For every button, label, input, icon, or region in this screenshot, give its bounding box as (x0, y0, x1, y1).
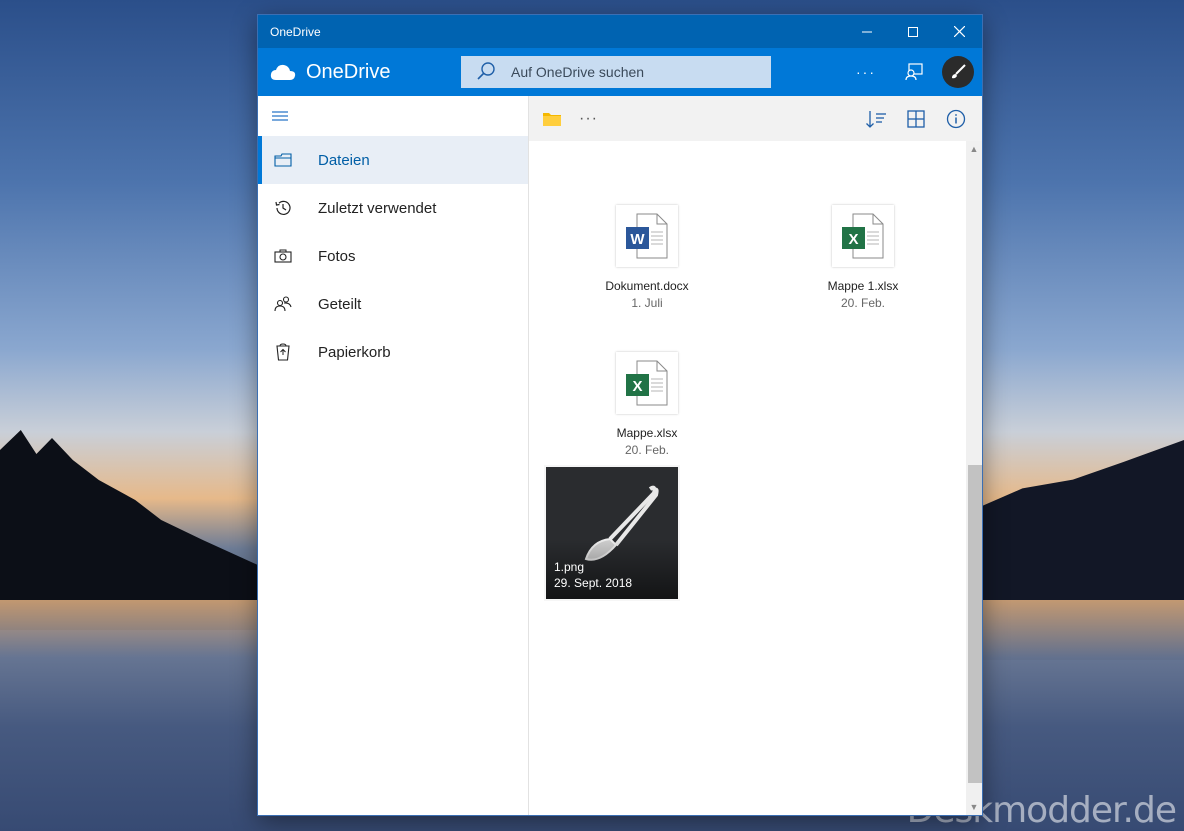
avatar[interactable] (942, 56, 974, 88)
svg-text:W: W (630, 231, 645, 248)
sidebar: Dateien Zuletzt verwendet Fotos Geteilt (258, 96, 529, 815)
cloud-icon (270, 64, 296, 80)
scroll-down-arrow[interactable]: ▼ (966, 799, 982, 815)
file-name: Mappe 1.xlsx (827, 279, 899, 293)
file-date: 29. Sept. 2018 (554, 576, 633, 590)
paintbrush-icon (952, 64, 966, 79)
search-icon (477, 62, 495, 80)
sort-icon (866, 110, 886, 128)
search-input[interactable]: Auf OneDrive suchen (511, 64, 644, 80)
info-icon (946, 109, 966, 128)
sidebar-item-fotos[interactable]: Fotos (258, 232, 528, 280)
breadcrumb-more-icon[interactable]: ··· (579, 110, 598, 128)
folder-icon[interactable] (543, 112, 561, 126)
scroll-thumb[interactable] (968, 465, 982, 783)
app-name: OneDrive (306, 60, 391, 83)
file-tile-dokument[interactable]: W Dokument.docx 1. Juli (577, 205, 717, 310)
title-bar[interactable]: OneDrive (258, 15, 982, 48)
search-box[interactable]: Auf OneDrive suchen (461, 56, 771, 88)
image-tile-1-png[interactable]: 1.png 29. Sept. 2018 (546, 467, 678, 599)
file-tile-mappe-1[interactable]: X Mappe 1.xlsx 20. Feb. (793, 205, 933, 310)
command-bar: ··· (529, 96, 982, 141)
camera-icon (272, 245, 294, 267)
file-name: Mappe.xlsx (616, 426, 678, 440)
file-name: Dokument.docx (605, 279, 689, 293)
recycle-bin-icon (272, 341, 294, 363)
brand: OneDrive (258, 61, 461, 84)
excel-file-icon: X (616, 352, 678, 414)
info-button[interactable] (936, 99, 976, 139)
app-bar: OneDrive Auf OneDrive suchen ··· (258, 48, 982, 96)
minimize-button[interactable] (844, 15, 890, 48)
file-date: 20. Feb. (624, 443, 670, 457)
history-icon (272, 197, 294, 219)
more-icon: ··· (856, 64, 876, 80)
more-options-button[interactable]: ··· (842, 48, 890, 96)
onedrive-window: OneDrive OneDrive Auf OneDrive suchen ··… (258, 15, 982, 815)
sidebar-item-geteilt[interactable]: Geteilt (258, 280, 528, 328)
maximize-icon (908, 26, 918, 37)
people-icon (272, 293, 294, 315)
scroll-up-arrow[interactable]: ▲ (966, 141, 982, 157)
sidebar-item-papierkorb[interactable]: Papierkorb (258, 328, 528, 376)
sidebar-item-label: Geteilt (318, 295, 362, 313)
view-controls (856, 96, 976, 141)
sidebar-item-label: Fotos (318, 247, 356, 265)
grid-icon (907, 109, 925, 128)
close-icon (953, 26, 965, 37)
svg-text:X: X (632, 378, 642, 395)
sidebar-item-label: Papierkorb (318, 343, 391, 361)
vertical-scrollbar[interactable]: ▲ ▼ (966, 141, 982, 815)
file-tile-mappe[interactable]: X Mappe.xlsx 20. Feb. (577, 352, 717, 457)
word-file-icon: W (616, 205, 678, 267)
sidebar-item-label: Dateien (318, 151, 370, 169)
sidebar-item-dateien[interactable]: Dateien (258, 136, 528, 184)
window-title: OneDrive (270, 24, 321, 39)
feedback-icon (905, 63, 923, 81)
file-name: 1.png (554, 560, 585, 574)
content-area: Dateien Zuletzt verwendet Fotos Geteilt (258, 96, 982, 815)
svg-text:X: X (848, 231, 858, 248)
maximize-button[interactable] (890, 15, 936, 48)
hamburger-button[interactable] (258, 96, 528, 136)
excel-file-icon: X (832, 205, 894, 267)
file-view: ··· W Dokument.docx 1. Juli X Mappe 1.xl… (529, 96, 982, 815)
appbar-actions: ··· (842, 48, 974, 96)
sidebar-item-zuletzt-verwendet[interactable]: Zuletzt verwendet (258, 184, 528, 232)
close-button[interactable] (936, 15, 982, 48)
hamburger-icon (272, 111, 288, 121)
grid-view-button[interactable] (896, 99, 936, 139)
folder-tab-icon (272, 149, 294, 171)
minimize-icon (862, 31, 872, 32)
sidebar-item-label: Zuletzt verwendet (318, 199, 437, 217)
file-date: 1. Juli (631, 296, 663, 310)
sort-button[interactable] (856, 99, 896, 139)
file-date: 20. Feb. (840, 296, 886, 310)
feedback-button[interactable] (890, 48, 938, 96)
